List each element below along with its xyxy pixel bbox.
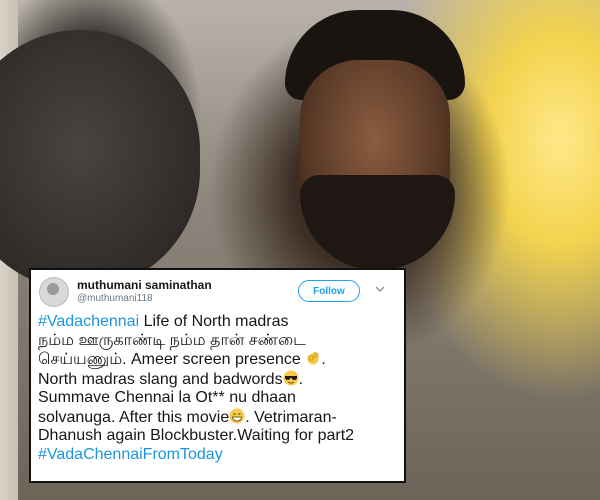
tweet-line-1: Life of North madras xyxy=(139,313,289,330)
follow-button[interactable]: Follow xyxy=(298,280,360,302)
hashtag-vadachennai[interactable]: #Vadachennai xyxy=(38,313,139,330)
avatar[interactable] xyxy=(39,277,69,307)
tweet-line-3-end: . xyxy=(321,351,326,368)
tweet-text: #Vadachennai Life of North madras நம்ம ஊ… xyxy=(38,313,403,464)
chevron-down-icon[interactable] xyxy=(375,284,385,294)
tweet-line-6-end: . Vetrimaran- xyxy=(245,408,337,426)
tweet-card: muthumani saminathan @muthumani118 Follo… xyxy=(29,268,406,483)
photo-beard xyxy=(300,175,455,270)
tweet-line-7: Dhanush again Blockbuster.Waiting for pa… xyxy=(38,427,355,444)
sunglasses-emoji-icon xyxy=(283,370,299,385)
tweet-line-3: செய்யணும். Ameer screen presence xyxy=(38,351,306,368)
tweet-line-5: Summave Chennai la Ot** nu dhaan xyxy=(38,389,296,406)
ok-hand-emoji-icon xyxy=(307,351,319,365)
tweet-line-4: North madras slang and badwords xyxy=(38,370,283,388)
photo-person-left xyxy=(0,30,200,290)
hashtag-vadachennaifromtoday[interactable]: #VadaChennaiFromToday xyxy=(38,446,223,463)
grin-emoji-icon xyxy=(229,408,245,423)
display-name[interactable]: muthumani saminathan xyxy=(77,278,212,292)
tweet-line-6: solvanuga. After this movie xyxy=(38,408,230,426)
tweet-line-2: நம்ம ஊருகாண்டி நம்ம தான் சண்டை xyxy=(38,331,306,349)
user-handle[interactable]: @muthumani118 xyxy=(77,293,153,304)
background-photo: muthumani saminathan @muthumani118 Follo… xyxy=(0,0,600,500)
tweet-line-4-end: . xyxy=(298,370,304,388)
